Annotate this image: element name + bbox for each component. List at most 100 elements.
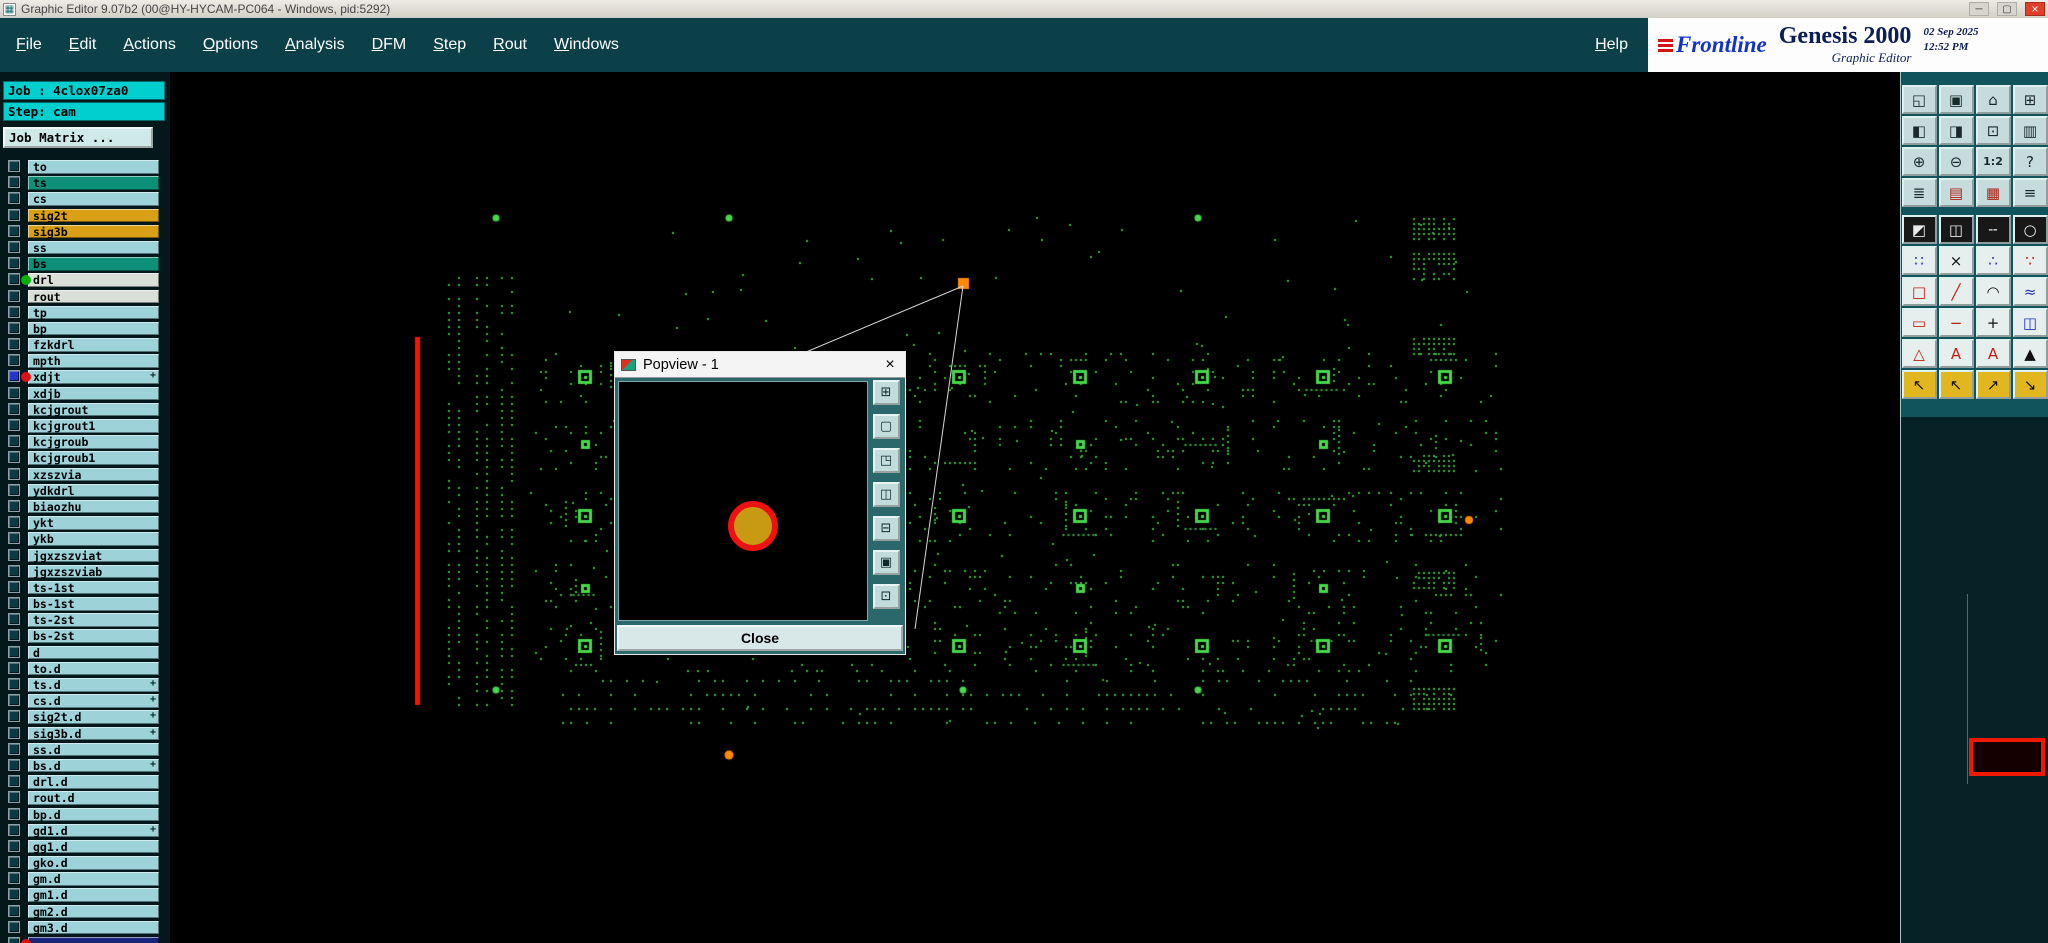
layer-row[interactable]: cs — [0, 191, 170, 207]
layer-row[interactable]: rout.d — [0, 790, 170, 806]
red-square-icon[interactable]: □ — [1901, 277, 1937, 306]
pcb-canvas[interactable] — [170, 72, 1900, 943]
dots-grid-icon[interactable]: ∷ — [1901, 246, 1937, 275]
layer-checkbox[interactable] — [8, 338, 20, 351]
layer-checkbox[interactable] — [8, 888, 20, 901]
center-target-icon[interactable]: ⊡ — [1975, 116, 2011, 145]
layer-checkbox[interactable] — [8, 564, 20, 577]
diagonal-line-icon[interactable]: ╱ — [1938, 277, 1974, 306]
layer-row[interactable]: bs-1st — [0, 596, 170, 612]
menu-help[interactable]: Help — [1595, 36, 1648, 54]
layer-row[interactable]: sig2t.d + — [0, 709, 170, 725]
layer-checkbox[interactable] — [8, 856, 20, 869]
layer-name[interactable] — [28, 937, 159, 943]
list-lines-icon[interactable]: ≣ — [1901, 178, 1937, 207]
zoom-in-icon[interactable]: ⊕ — [1901, 147, 1937, 176]
layer-row[interactable]: xdjt + — [0, 369, 170, 385]
layer-name[interactable]: sig2t.d + — [28, 710, 159, 724]
layer-row[interactable]: to — [0, 159, 170, 175]
grid-icon[interactable]: ⊞ — [2012, 85, 2048, 114]
layer-checkbox[interactable] — [8, 532, 20, 545]
layer-checkbox[interactable] — [8, 661, 20, 674]
layer-name[interactable]: drl — [28, 273, 159, 287]
layer-row[interactable]: bs — [0, 256, 170, 272]
layer-name[interactable]: bp — [28, 321, 159, 336]
layer-name[interactable]: gm1.d — [28, 888, 159, 902]
layer-checkbox[interactable] — [8, 305, 20, 318]
layer-name[interactable]: bs-2st — [28, 629, 159, 643]
pv-snapshot-icon[interactable]: ▣ — [872, 550, 900, 575]
layer-checkbox[interactable] — [8, 402, 20, 415]
scale-1-2-icon[interactable]: 1:2 — [1975, 147, 2011, 176]
therefore-dots-icon[interactable]: ∴ — [1975, 246, 2011, 275]
layer-checkbox[interactable] — [8, 160, 20, 172]
layer-checkbox[interactable] — [8, 548, 20, 561]
menu-dfm[interactable]: DFM — [372, 36, 407, 54]
waves-icon[interactable]: ≈ — [2012, 277, 2048, 306]
layer-row[interactable]: bs.d + — [0, 758, 170, 774]
because-dots-icon[interactable]: ∵ — [2012, 246, 2048, 275]
layer-name[interactable]: gd1.d + — [28, 823, 159, 838]
close-button[interactable]: × — [2025, 2, 2045, 16]
layer-name[interactable]: jgxzszviat — [28, 548, 159, 562]
split-window-icon[interactable]: ◫ — [1938, 215, 1974, 244]
layer-row[interactable]: rout — [0, 289, 170, 305]
menu-actions[interactable]: Actions — [123, 36, 175, 54]
layer-name[interactable]: kcjgrout — [28, 402, 159, 417]
triangle-outline-icon[interactable]: △ — [1901, 339, 1937, 368]
dashed-icon[interactable]: ╌ — [1975, 215, 2011, 244]
layer-checkbox[interactable] — [8, 419, 20, 431]
layer-checkbox[interactable] — [8, 176, 20, 189]
layer-checkbox[interactable] — [8, 354, 20, 367]
layer-checkbox[interactable] — [8, 580, 20, 593]
layer-checkbox[interactable] — [8, 904, 20, 917]
layer-checkbox[interactable] — [8, 678, 20, 690]
layer-checkbox[interactable] — [8, 499, 20, 512]
pv-zoom-in-icon[interactable]: ⊞ — [872, 380, 900, 405]
layer-checkbox[interactable] — [8, 629, 20, 642]
layer-name[interactable]: cs.d + — [28, 694, 159, 708]
layer-checkbox[interactable] — [8, 240, 20, 253]
layer-name[interactable]: gm3.d — [28, 920, 159, 935]
pv-corner-view-icon[interactable]: ◳ — [872, 448, 900, 473]
layer-row[interactable]: sig3b.d + — [0, 726, 170, 742]
layer-checkbox[interactable] — [8, 710, 20, 723]
layer-checkbox[interactable] — [8, 597, 20, 610]
layer-row[interactable]: jgxzszviab — [0, 564, 170, 580]
layer-row[interactable] — [0, 936, 170, 943]
layer-row[interactable]: mpth — [0, 353, 170, 369]
layer-row[interactable]: gm1.d — [0, 887, 170, 903]
layer-name[interactable]: ts.d + — [28, 678, 159, 692]
layer-row[interactable]: bp — [0, 321, 170, 337]
layer-name[interactable]: to.d — [28, 661, 159, 676]
layer-name[interactable]: d — [28, 645, 159, 660]
layer-checkbox[interactable] — [8, 386, 20, 399]
rows-icon[interactable]: ▤ — [1938, 178, 1974, 207]
layer-row[interactable]: sig3b — [0, 224, 170, 240]
layer-checkbox[interactable] — [8, 823, 20, 836]
layer-checkbox[interactable] — [8, 937, 20, 943]
layer-name[interactable]: fzkdrl — [28, 338, 159, 352]
query-icon[interactable]: ? — [2012, 147, 2048, 176]
layer-row[interactable]: fzkdrl — [0, 337, 170, 353]
cursor-nw2-icon[interactable]: ↖ — [1938, 370, 1974, 399]
layer-row[interactable]: ydkdrl — [0, 483, 170, 499]
layer-checkbox[interactable] — [8, 321, 20, 334]
job-matrix-button[interactable]: Job Matrix ... — [3, 127, 153, 148]
hatch-icon[interactable]: ▥ — [2012, 116, 2048, 145]
layer-checkbox[interactable] — [8, 516, 20, 529]
layer-checkbox[interactable] — [8, 645, 20, 658]
layer-name[interactable]: ydkdrl — [28, 483, 159, 498]
layer-name[interactable]: rout — [28, 289, 159, 303]
layer-name[interactable]: bp.d — [28, 807, 159, 821]
restore-view-icon[interactable]: ◱ — [1901, 85, 1937, 114]
layer-row[interactable]: kcjgrout1 — [0, 418, 170, 434]
layer-row[interactable]: drl.d — [0, 774, 170, 790]
layer-checkbox[interactable] — [8, 613, 20, 626]
layer-name[interactable]: sig3b.d + — [28, 726, 159, 741]
layer-name[interactable]: jgxzszviab — [28, 564, 159, 579]
layer-row[interactable]: gd1.d + — [0, 823, 170, 839]
menu-options[interactable]: Options — [203, 36, 258, 54]
layer-row[interactable]: xdjb — [0, 386, 170, 402]
layer-name[interactable]: sig3b — [28, 224, 159, 239]
